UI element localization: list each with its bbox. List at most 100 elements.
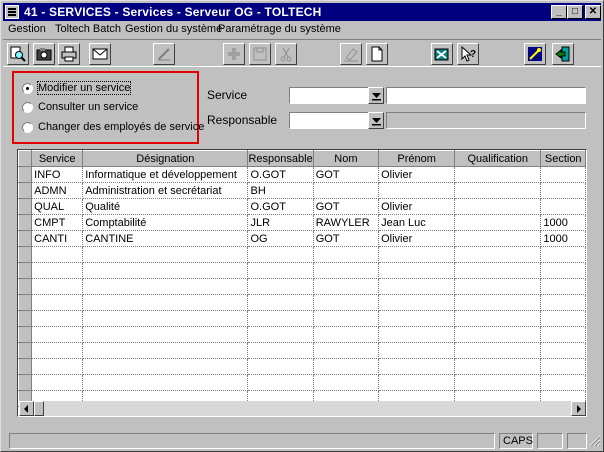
table-cell[interactable]: 1000 xyxy=(540,230,586,247)
table-cell[interactable] xyxy=(82,278,249,295)
row-header[interactable] xyxy=(18,198,33,215)
table-cell[interactable]: O.GOT xyxy=(247,198,314,215)
new-page-button[interactable] xyxy=(366,43,388,65)
table-cell[interactable]: RAWYLER xyxy=(313,214,380,231)
table-cell[interactable]: OG xyxy=(247,230,314,247)
table-cell[interactable] xyxy=(313,358,380,375)
title-bar[interactable]: 41 - SERVICES - Services - Serveur OG - … xyxy=(3,3,601,21)
table-cell[interactable] xyxy=(247,342,314,359)
resize-grip-icon[interactable] xyxy=(589,435,601,447)
table-cell[interactable] xyxy=(313,326,380,343)
row-header[interactable] xyxy=(18,310,33,327)
table-row[interactable] xyxy=(18,358,586,375)
table-cell[interactable] xyxy=(454,230,542,247)
table-cell[interactable]: ADMN xyxy=(31,182,84,199)
edit-button[interactable] xyxy=(153,43,175,65)
menu-gestion[interactable]: Gestion xyxy=(8,23,46,35)
table-cell[interactable] xyxy=(454,374,542,391)
table-cell[interactable] xyxy=(378,342,456,359)
table-row[interactable] xyxy=(18,294,586,311)
table-cell[interactable] xyxy=(247,262,314,279)
column-header-prenom[interactable]: Prénom xyxy=(378,150,456,167)
table-cell[interactable] xyxy=(540,262,586,279)
menu-parametrage-du-systeme[interactable]: Paramétrage du système xyxy=(218,23,341,35)
table-cell[interactable] xyxy=(31,342,84,359)
scroll-thumb[interactable] xyxy=(34,401,44,416)
table-cell[interactable] xyxy=(247,246,314,263)
table-cell[interactable] xyxy=(247,294,314,311)
table-cell[interactable] xyxy=(454,246,542,263)
table-cell[interactable] xyxy=(540,246,586,263)
table-row[interactable] xyxy=(18,310,586,327)
table-cell[interactable] xyxy=(247,278,314,295)
table-cell[interactable] xyxy=(454,214,542,231)
service-dropdown-button[interactable] xyxy=(368,87,384,104)
row-header[interactable] xyxy=(18,246,33,263)
table-cell[interactable] xyxy=(31,262,84,279)
table-cell[interactable] xyxy=(82,374,249,391)
column-header-qualification[interactable]: Qualification xyxy=(454,150,542,167)
table-cell[interactable] xyxy=(454,198,542,215)
menu-gestion-du-systeme[interactable]: Gestion du système xyxy=(125,23,222,35)
table-cell[interactable]: CANTI xyxy=(31,230,84,247)
table-cell[interactable] xyxy=(454,278,542,295)
table-cell[interactable] xyxy=(378,278,456,295)
table-cell[interactable]: QUAL xyxy=(31,198,84,215)
convert-button[interactable] xyxy=(431,43,453,65)
table-cell[interactable] xyxy=(540,310,586,327)
table-cell[interactable] xyxy=(540,182,586,199)
row-header[interactable] xyxy=(18,262,33,279)
table-cell[interactable]: CMPT xyxy=(31,214,84,231)
table-cell[interactable]: Olivier xyxy=(378,198,456,215)
table-cell[interactable]: Administration et secrétariat xyxy=(82,182,249,199)
table-cell[interactable] xyxy=(82,342,249,359)
table-cell[interactable] xyxy=(82,246,249,263)
table-row[interactable] xyxy=(18,246,586,263)
context-help-button[interactable]: ? xyxy=(457,43,479,65)
close-button[interactable]: ✕ xyxy=(585,5,601,19)
table-row[interactable] xyxy=(18,374,586,391)
menu-toltech-batch[interactable]: Toltech Batch xyxy=(55,23,121,35)
table-cell[interactable] xyxy=(313,310,380,327)
table-cell[interactable] xyxy=(540,342,586,359)
mail-button[interactable] xyxy=(89,43,111,65)
table-cell[interactable] xyxy=(31,246,84,263)
responsable-combo[interactable] xyxy=(289,112,369,129)
table-row[interactable]: CMPT Comptabilité JLR RAWYLER Jean Luc 1000 xyxy=(18,214,586,231)
table-cell[interactable] xyxy=(454,166,542,183)
table-cell[interactable] xyxy=(82,358,249,375)
wizard-button[interactable] xyxy=(524,43,546,65)
services-grid[interactable]: Service Désignation Responsable Nom Prén… xyxy=(17,149,587,417)
table-cell[interactable] xyxy=(247,374,314,391)
cut-button[interactable] xyxy=(275,43,297,65)
table-cell[interactable] xyxy=(378,182,456,199)
print-button[interactable] xyxy=(58,43,80,65)
row-header[interactable] xyxy=(18,374,33,391)
table-cell[interactable] xyxy=(540,198,586,215)
table-row[interactable] xyxy=(18,326,586,343)
table-cell[interactable] xyxy=(454,294,542,311)
table-cell[interactable] xyxy=(313,182,380,199)
camera-button[interactable] xyxy=(33,43,55,65)
table-cell[interactable]: Olivier xyxy=(378,166,456,183)
minimize-button[interactable]: _ xyxy=(551,5,567,19)
system-menu-icon[interactable] xyxy=(5,5,19,19)
table-cell[interactable] xyxy=(378,374,456,391)
table-cell[interactable] xyxy=(454,326,542,343)
table-cell[interactable] xyxy=(540,358,586,375)
erase-button[interactable] xyxy=(340,43,362,65)
table-cell[interactable] xyxy=(31,294,84,311)
column-header-designation[interactable]: Désignation xyxy=(82,150,249,167)
table-cell[interactable] xyxy=(378,262,456,279)
table-cell[interactable] xyxy=(378,294,456,311)
table-cell[interactable] xyxy=(540,166,586,183)
row-header[interactable] xyxy=(18,182,33,199)
row-header[interactable] xyxy=(18,326,33,343)
column-header-responsable[interactable]: Responsable xyxy=(247,150,314,167)
table-cell[interactable] xyxy=(378,326,456,343)
table-cell[interactable]: GOT xyxy=(313,198,380,215)
table-cell[interactable]: CANTINE xyxy=(82,230,249,247)
table-cell[interactable] xyxy=(313,262,380,279)
table-row[interactable]: CANTI CANTINE OG GOT Olivier 1000 xyxy=(18,230,586,247)
table-cell[interactable] xyxy=(31,358,84,375)
